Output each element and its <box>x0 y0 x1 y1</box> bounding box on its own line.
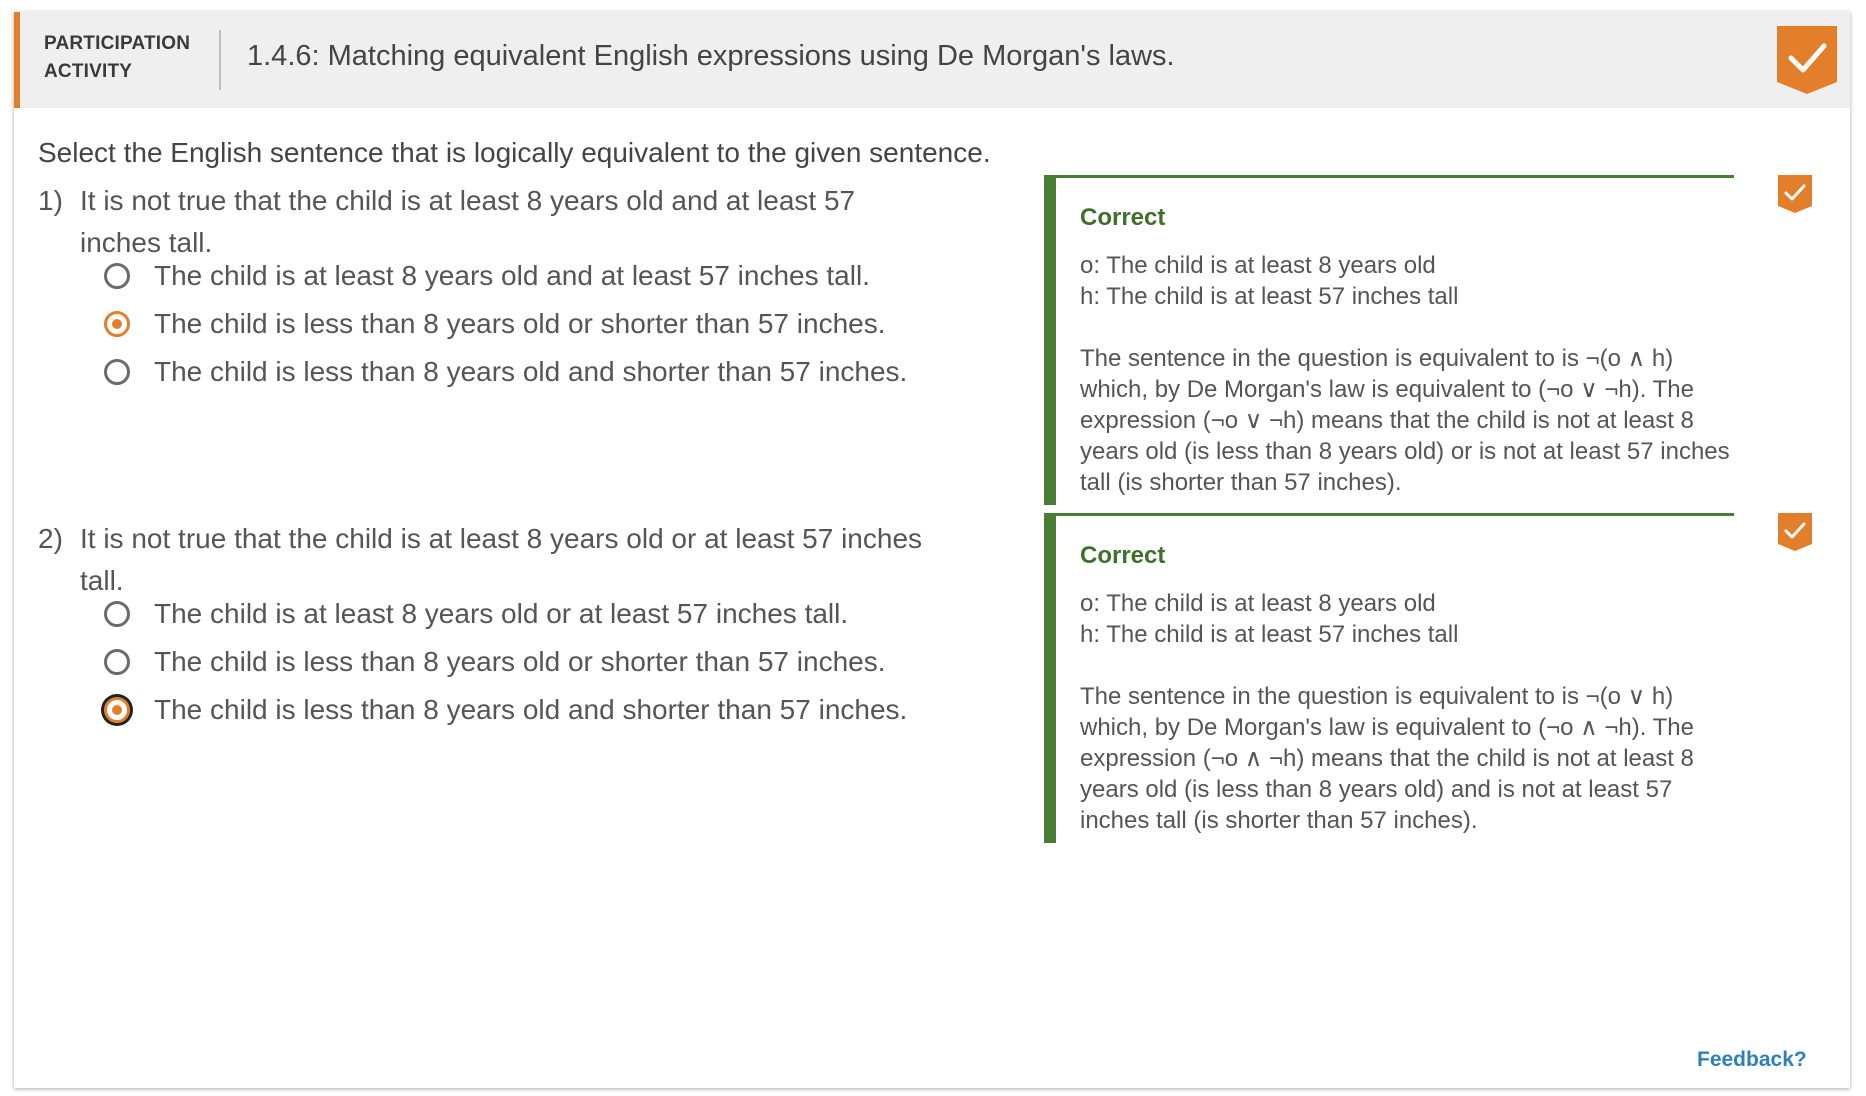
instruction-text: Select the English sentence that is logi… <box>38 137 991 168</box>
question-text-line: It is not true that the child is at leas… <box>80 185 856 216</box>
q1-option-1[interactable]: The child is at least 8 years old and at… <box>104 256 870 296</box>
q2-option-3[interactable]: The child is less than 8 years old and s… <box>104 690 907 730</box>
option-label: The child is less than 8 years old or sh… <box>154 308 886 339</box>
participation-activity-card: PARTICIPATION ACTIVITY 1.4.6: Matching e… <box>14 12 1850 1088</box>
radio-button[interactable] <box>104 601 130 627</box>
radio-button-selected[interactable] <box>104 697 130 723</box>
option-label: The child is less than 8 years old and s… <box>154 356 908 387</box>
radio-button-selected[interactable] <box>104 311 130 337</box>
feedback-status: Correct <box>1080 542 1166 569</box>
radio-button[interactable] <box>104 263 130 289</box>
option-label: The child is at least 8 years old or at … <box>154 598 849 629</box>
feedback-explanation: The sentence in the question is equivale… <box>1080 345 1730 496</box>
question-text-line: It is not true that the child is at leas… <box>80 523 923 554</box>
question-text: It is not true that the child is at leas… <box>80 180 855 264</box>
activity-header: PARTICIPATION ACTIVITY 1.4.6: Matching e… <box>14 12 1850 108</box>
definition-h: h: The child is at least 57 inches tall <box>1080 283 1459 310</box>
feedback-status: Correct <box>1080 204 1166 231</box>
q1-option-2[interactable]: The child is less than 8 years old or sh… <box>104 304 886 344</box>
radio-button[interactable] <box>104 359 130 385</box>
question-number: 1) <box>38 185 63 216</box>
feedback-link[interactable]: Feedback? <box>1697 1048 1807 1072</box>
question-number: 2) <box>38 523 63 554</box>
radio-button[interactable] <box>104 649 130 675</box>
activity-type-label: PARTICIPATION ACTIVITY <box>44 30 190 86</box>
header-divider <box>219 30 221 90</box>
question-text: It is not true that the child is at leas… <box>80 518 922 602</box>
activity-title: 1.4.6: Matching equivalent English expre… <box>247 40 1175 72</box>
activity-type-line-1: PARTICIPATION <box>44 33 191 54</box>
option-label: The child is less than 8 years old and s… <box>154 694 908 725</box>
q2-complete-check-icon <box>1778 513 1812 551</box>
q1-option-3[interactable]: The child is less than 8 years old and s… <box>104 352 907 392</box>
definition-h: h: The child is at least 57 inches tall <box>1080 621 1459 648</box>
option-label: The child is less than 8 years old or sh… <box>154 646 886 677</box>
q2-option-1[interactable]: The child is at least 8 years old or at … <box>104 594 848 634</box>
activity-complete-check-icon <box>1777 26 1837 94</box>
q1-complete-check-icon <box>1778 175 1812 213</box>
q2-option-2[interactable]: The child is less than 8 years old or sh… <box>104 642 886 682</box>
option-label: The child is at least 8 years old and at… <box>154 260 870 291</box>
q1-feedback-panel: Correct o: The child is at least 8 years… <box>1044 175 1734 505</box>
q2-feedback-panel: Correct o: The child is at least 8 years… <box>1044 513 1734 843</box>
feedback-explanation: The sentence in the question is equivale… <box>1080 683 1695 834</box>
definition-o: o: The child is at least 8 years old <box>1080 252 1436 279</box>
definition-o: o: The child is at least 8 years old <box>1080 590 1436 617</box>
activity-type-line-2: ACTIVITY <box>44 61 133 82</box>
